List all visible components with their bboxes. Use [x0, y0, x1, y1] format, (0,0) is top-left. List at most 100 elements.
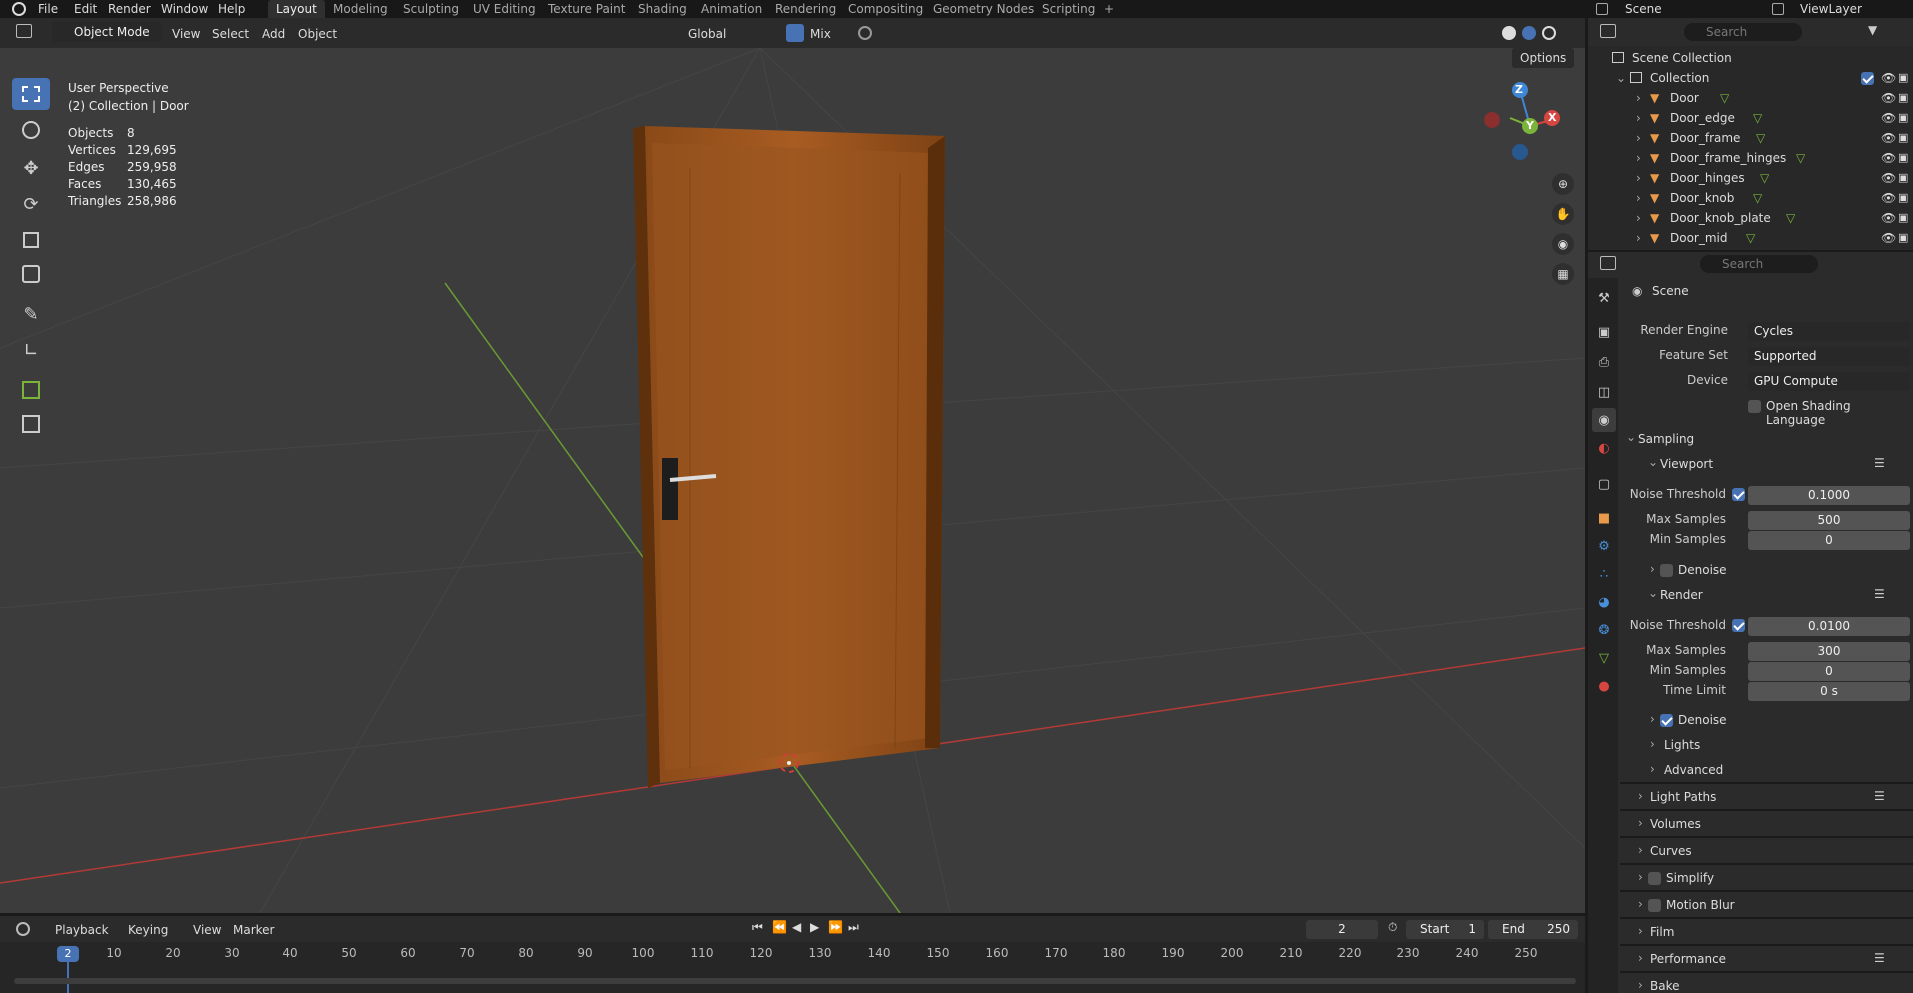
options-button[interactable]: Options — [1512, 48, 1575, 68]
osl-checkbox[interactable] — [1748, 400, 1761, 413]
chevron-right-icon[interactable]: › — [1638, 978, 1643, 992]
list-icon[interactable]: ☰ — [1874, 789, 1885, 803]
chevron-right-icon[interactable]: › — [1638, 924, 1643, 938]
scene-icon[interactable] — [1596, 3, 1608, 15]
film-panel-header[interactable]: Film — [1650, 925, 1674, 939]
vp-max-samples-field[interactable]: 500 — [1748, 511, 1910, 530]
constraints-tab-icon[interactable]: ❂ — [1592, 618, 1616, 642]
camera-icon[interactable]: ▣ — [1898, 188, 1908, 208]
select-box-tool[interactable] — [12, 78, 50, 110]
viewport-shading-solid-icon[interactable] — [1502, 26, 1516, 40]
outliner-object-row[interactable]: › ▼ Door_hinges ▽ 👁 ▣ — [1588, 168, 1913, 188]
chevron-right-icon[interactable]: › — [1636, 148, 1641, 168]
3d-viewport[interactable]: Z Y X Options ⊕ ✋ ◉ ▦ ✥ ⟳ ✎ ∟ User Persp… — [0, 48, 1585, 913]
chevron-right-icon[interactable]: › — [1636, 228, 1641, 248]
eye-icon[interactable]: 👁 — [1881, 208, 1896, 228]
particles-tab-icon[interactable]: ∴ — [1592, 562, 1616, 586]
scale-tool[interactable] — [12, 224, 50, 256]
modifier-tab-icon[interactable]: ⚙ — [1592, 534, 1616, 558]
outliner-object-row[interactable]: › ▼ Door_edge ▽ 👁 ▣ — [1588, 108, 1913, 128]
motion-blur-checkbox[interactable] — [1648, 899, 1661, 912]
camera-icon[interactable]: ▣ — [1898, 108, 1908, 128]
camera-icon[interactable]: ▣ — [1898, 68, 1908, 88]
viewport-shading-material-icon[interactable] — [1522, 26, 1536, 40]
properties-editor-icon[interactable] — [1600, 256, 1616, 270]
menu-help[interactable]: Help — [218, 1, 245, 17]
rotate-tool[interactable]: ⟳ — [12, 188, 50, 220]
tab-uv-editing[interactable]: UV Editing — [465, 0, 544, 18]
timeline-editor-icon[interactable] — [16, 922, 30, 936]
list-icon[interactable]: ☰ — [1874, 456, 1885, 470]
render-tab-icon[interactable]: ▣ — [1592, 320, 1616, 344]
chevron-right-icon[interactable]: › — [1638, 816, 1643, 830]
snap-mode-selector[interactable]: Mix — [810, 24, 831, 44]
cursor-tool[interactable] — [12, 114, 50, 146]
performance-panel-header[interactable]: Performance — [1650, 952, 1726, 966]
pan-hand-icon[interactable]: ✋ — [1552, 203, 1574, 225]
camera-icon[interactable]: ▣ — [1898, 128, 1908, 148]
outliner-object-row[interactable]: › ▼ Door ▽ 👁 ▣ — [1588, 88, 1913, 108]
menu-window[interactable]: Window — [161, 1, 208, 17]
end-frame-field[interactable]: End 250 — [1488, 920, 1578, 939]
eye-icon[interactable]: 👁 — [1881, 188, 1896, 208]
r-max-samples-field[interactable]: 300 — [1748, 642, 1910, 661]
chevron-right-icon[interactable]: › — [1638, 789, 1643, 803]
mesh-data-tab-icon[interactable]: ▽ — [1592, 646, 1616, 670]
play-reverse-icon[interactable]: ◀ — [792, 920, 801, 934]
menu-select[interactable]: Select — [212, 24, 249, 44]
timeline-menu-marker[interactable]: Marker — [233, 920, 274, 940]
timeline-scrollbar[interactable] — [14, 978, 1576, 984]
vp-noise-threshold-field[interactable]: 0.1000 — [1748, 486, 1910, 505]
camera-view-icon[interactable]: ◉ — [1552, 233, 1574, 255]
tab-shading[interactable]: Shading — [630, 0, 695, 18]
chevron-right-icon[interactable]: › — [1636, 188, 1641, 208]
chevron-right-icon[interactable]: › — [1638, 843, 1643, 857]
tab-scripting[interactable]: Scripting — [1034, 0, 1103, 18]
outliner-search-field[interactable]: Search — [1684, 23, 1802, 41]
tab-animation[interactable]: Animation — [693, 0, 770, 18]
r-noise-threshold-checkbox[interactable] — [1732, 619, 1745, 632]
camera-icon[interactable]: ▣ — [1898, 148, 1908, 168]
menu-object[interactable]: Object — [298, 24, 337, 44]
chevron-right-icon[interactable]: › — [1636, 208, 1641, 228]
blender-logo-icon[interactable] — [12, 2, 26, 16]
jump-end-icon[interactable]: ⏭ — [848, 920, 859, 935]
chevron-right-icon[interactable]: › — [1650, 562, 1655, 576]
world-tab-icon[interactable]: ◐ — [1592, 436, 1616, 460]
proportional-edit-icon[interactable] — [858, 26, 872, 40]
area-divider[interactable] — [1588, 250, 1913, 252]
eye-icon[interactable]: 👁 — [1881, 168, 1896, 188]
lights-subpanel-header[interactable]: Lights — [1664, 738, 1700, 752]
editor-type-icon[interactable] — [16, 24, 32, 38]
bake-panel-header[interactable]: Bake — [1650, 979, 1680, 993]
chevron-right-icon[interactable]: › — [1636, 88, 1641, 108]
snap-icon[interactable] — [786, 24, 804, 42]
camera-icon[interactable]: ▣ — [1898, 168, 1908, 188]
simplify-panel-header[interactable]: Simplify — [1666, 871, 1714, 885]
motion-blur-panel-header[interactable]: Motion Blur — [1666, 898, 1735, 912]
tab-compositing[interactable]: Compositing — [840, 0, 931, 18]
menu-file[interactable]: File — [38, 1, 58, 17]
viewport-subpanel-header[interactable]: Viewport — [1660, 457, 1713, 471]
chevron-down-icon[interactable]: ⌄ — [1616, 68, 1626, 88]
chevron-right-icon[interactable]: › — [1650, 712, 1655, 726]
vp-denoise-label[interactable]: Denoise — [1678, 563, 1727, 577]
tab-geometry-nodes[interactable]: Geometry Nodes — [925, 0, 1042, 18]
eye-icon[interactable]: 👁 — [1881, 68, 1896, 88]
r-noise-threshold-field[interactable]: 0.0100 — [1748, 617, 1910, 636]
chevron-right-icon[interactable]: › — [1638, 897, 1643, 911]
tab-layout[interactable]: Layout — [268, 0, 325, 18]
menu-view[interactable]: View — [172, 24, 200, 44]
tab-texture-paint[interactable]: Texture Paint — [540, 0, 633, 18]
chevron-right-icon[interactable]: › — [1636, 108, 1641, 128]
tab-modeling[interactable]: Modeling — [325, 0, 396, 18]
viewlayer-icon[interactable] — [1772, 3, 1784, 15]
outliner-object-row[interactable]: › ▼ Door_knob ▽ 👁 ▣ — [1588, 188, 1913, 208]
tab-rendering[interactable]: Rendering — [767, 0, 844, 18]
start-frame-field[interactable]: Start 1 — [1406, 920, 1484, 939]
timeline-menu-keying[interactable]: Keying — [128, 920, 168, 940]
eye-icon[interactable]: 👁 — [1881, 148, 1896, 168]
eye-icon[interactable]: 👁 — [1881, 228, 1896, 248]
eye-icon[interactable]: 👁 — [1881, 108, 1896, 128]
camera-icon[interactable]: ▣ — [1898, 208, 1908, 228]
